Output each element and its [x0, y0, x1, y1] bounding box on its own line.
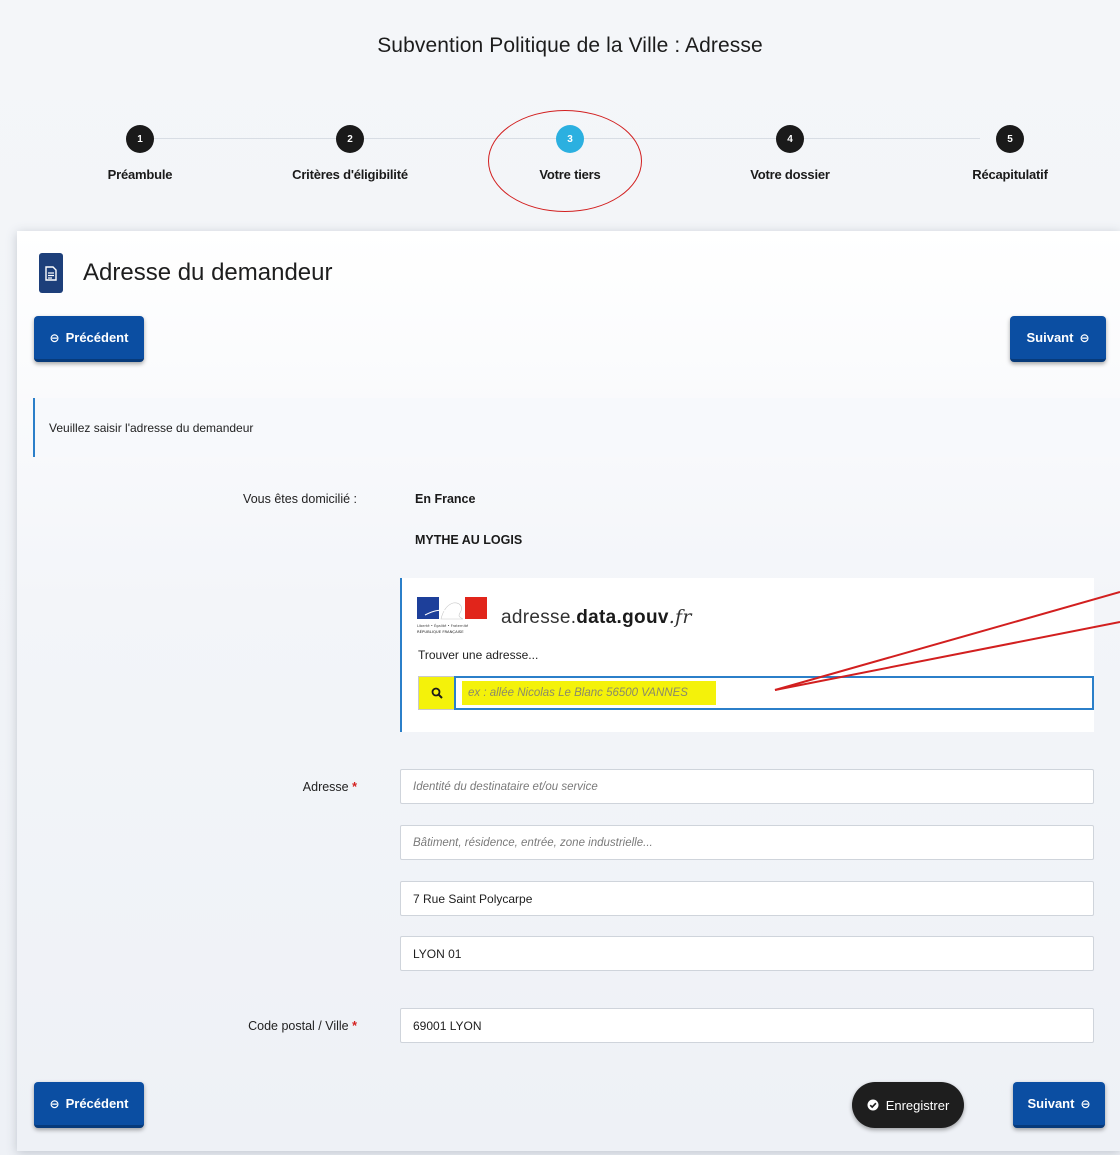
annotation-arrows	[774, 591, 1120, 691]
annotation-arrow-2	[774, 621, 1120, 691]
annotation-arrow-1	[774, 591, 1120, 691]
